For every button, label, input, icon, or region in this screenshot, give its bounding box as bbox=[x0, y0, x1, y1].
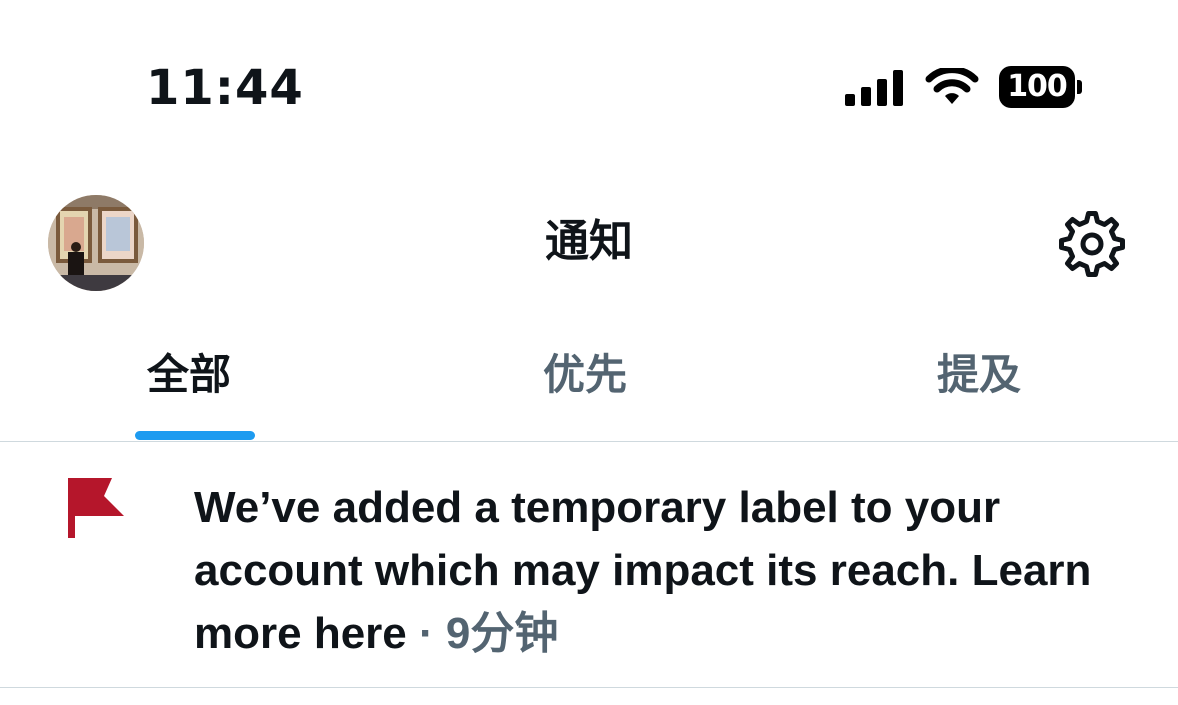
status-bar: 11:44 100 bbox=[0, 0, 1178, 150]
wifi-icon bbox=[925, 68, 979, 104]
battery-cap bbox=[1077, 80, 1082, 94]
tab-mentions[interactable]: 提及 bbox=[937, 340, 1021, 410]
separator-dot: · bbox=[419, 609, 434, 658]
gear-icon[interactable] bbox=[1058, 210, 1126, 278]
tab-all[interactable]: 全部 bbox=[147, 340, 231, 410]
notification-time: 9分钟 bbox=[445, 609, 559, 658]
tab-priority[interactable]: 优先 bbox=[543, 340, 627, 410]
notification-message: We’ve added a temporary label to your ac… bbox=[194, 483, 1001, 595]
active-tab-indicator bbox=[135, 431, 255, 440]
battery-icon: 100 bbox=[999, 66, 1075, 108]
flag-icon bbox=[68, 478, 124, 538]
notification-text: We’ve added a temporary label to your ac… bbox=[194, 476, 1144, 665]
battery-level: 100 bbox=[1007, 69, 1068, 104]
notification-divider bbox=[0, 687, 1178, 688]
page-title: 通知 bbox=[545, 216, 633, 267]
status-time: 11:44 bbox=[146, 60, 304, 116]
cellular-signal-icon bbox=[845, 70, 903, 106]
